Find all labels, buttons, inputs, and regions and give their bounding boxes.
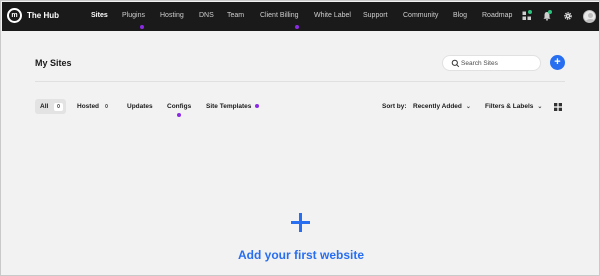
filter-tab-configs[interactable]: Configs	[167, 103, 191, 110]
nav-item-plugins[interactable]: Plugins	[122, 12, 145, 19]
header-divider	[35, 81, 565, 82]
search-box[interactable]	[442, 55, 541, 71]
filter-hosted-count: 0	[102, 103, 111, 111]
page-title: My Sites	[35, 58, 72, 68]
sort-value: Recently Added	[413, 103, 462, 110]
sort-dropdown[interactable]: Recently Added ⌄	[413, 103, 471, 110]
apps-notify-dot	[528, 10, 532, 14]
nav-item-white-label[interactable]: White Label	[314, 12, 351, 19]
nav-item-community[interactable]: Community	[403, 12, 438, 19]
avatar-head	[588, 13, 593, 18]
hub-window: m The Hub Sites Plugins Hosting DNS Team…	[0, 0, 600, 276]
grid-view-icon[interactable]	[554, 103, 562, 111]
plus-icon[interactable]	[291, 213, 310, 232]
top-navbar: m The Hub Sites Plugins Hosting DNS Team…	[2, 2, 599, 31]
logo-letter: m	[11, 12, 18, 19]
sort-by-label: Sort by:	[382, 103, 407, 110]
chevron-down-icon: ⌄	[537, 104, 543, 110]
filter-tab-hosted[interactable]: Hosted	[77, 103, 99, 110]
filter-tab-updates[interactable]: Updates	[127, 103, 153, 110]
client-billing-indicator-dot	[295, 25, 299, 29]
chevron-down-icon: ⌄	[465, 104, 471, 110]
configs-indicator-dot	[177, 113, 181, 117]
search-icon	[451, 59, 460, 68]
filter-all-label: All	[40, 103, 49, 110]
add-first-website-link[interactable]: Add your first website	[1, 248, 599, 262]
nav-item-hosting[interactable]: Hosting	[160, 12, 184, 19]
site-templates-indicator-dot	[255, 104, 259, 108]
hub-logo-icon[interactable]: m	[7, 8, 22, 23]
filter-all-count: 0	[54, 103, 63, 111]
filters-labels-dropdown[interactable]: Filters & Labels ⌄	[485, 103, 542, 110]
avatar-body	[585, 19, 595, 22]
avatar[interactable]	[583, 10, 596, 23]
plugins-indicator-dot	[140, 25, 144, 29]
nav-item-blog[interactable]: Blog	[453, 12, 467, 19]
add-site-button[interactable]: +	[550, 55, 565, 70]
gear-icon[interactable]	[563, 11, 573, 21]
bell-notify-dot	[548, 10, 552, 14]
nav-item-team[interactable]: Team	[227, 12, 244, 19]
nav-item-roadmap[interactable]: Roadmap	[482, 12, 512, 19]
nav-item-client-billing[interactable]: Client Billing	[260, 12, 299, 19]
nav-item-sites[interactable]: Sites	[91, 12, 108, 19]
nav-item-dns[interactable]: DNS	[199, 12, 214, 19]
filters-labels-label: Filters & Labels	[485, 103, 534, 110]
filter-tab-all[interactable]: All 0	[35, 99, 66, 114]
brand-name[interactable]: The Hub	[27, 11, 59, 20]
search-input[interactable]	[461, 58, 537, 69]
filter-tab-site-templates[interactable]: Site Templates	[206, 103, 251, 110]
nav-item-support[interactable]: Support	[363, 12, 388, 19]
